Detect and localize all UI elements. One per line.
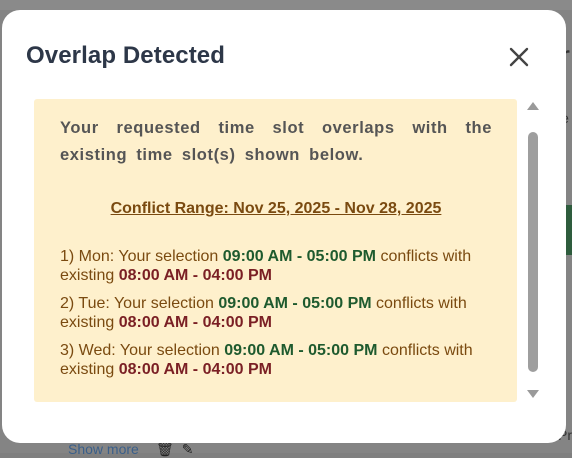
conflict-item: 3) Wed: Your selection 09:00 AM - 05:00 … <box>60 341 492 379</box>
conflict-prefix: 2) Tue: Your selection <box>60 295 219 312</box>
backdrop-show-more-link: Show more <box>68 441 139 457</box>
notice-intro: Your requested time slot overlaps with t… <box>60 119 492 164</box>
scroll-thumb[interactable] <box>528 132 538 372</box>
selected-time: 09:00 AM - 05:00 PM <box>222 248 377 265</box>
conflict-notice: Your requested time slot overlaps with t… <box>34 99 517 402</box>
backdrop-top-strip <box>0 0 572 10</box>
overlap-dialog: Overlap Detected Your requested time slo… <box>2 10 566 443</box>
conflict-range: Conflict Range: Nov 25, 2025 - Nov 28, 2… <box>110 200 442 217</box>
existing-time: 08:00 AM - 04:00 PM <box>118 361 272 378</box>
conflict-prefix: 1) Mon: Your selection <box>60 248 223 265</box>
backdrop-row-actions: 🗑✎ <box>156 441 202 458</box>
scroll-down-arrow-icon[interactable] <box>527 390 539 398</box>
notice-scrollbar[interactable] <box>525 102 541 402</box>
selected-time: 09:00 AM - 05:00 PM <box>224 342 378 359</box>
edit-icon: ✎ <box>181 441 202 457</box>
existing-time: 08:00 AM - 04:00 PM <box>118 314 272 331</box>
existing-time: 08:00 AM - 04:00 PM <box>118 267 272 284</box>
scroll-up-arrow-icon[interactable] <box>527 102 539 110</box>
conflict-prefix: 3) Wed: Your selection <box>60 342 225 359</box>
conflict-item: 2) Tue: Your selection 09:00 AM - 05:00 … <box>60 294 492 332</box>
conflict-item: 1) Mon: Your selection 09:00 AM - 05:00 … <box>60 247 492 285</box>
selected-time: 09:00 AM - 05:00 PM <box>218 295 372 312</box>
trash-icon: 🗑 <box>156 441 182 457</box>
close-button[interactable] <box>506 44 532 70</box>
conflict-list: 1) Mon: Your selection 09:00 AM - 05:00 … <box>60 247 492 379</box>
close-icon <box>509 47 529 67</box>
dialog-title: Overlap Detected <box>26 42 226 69</box>
